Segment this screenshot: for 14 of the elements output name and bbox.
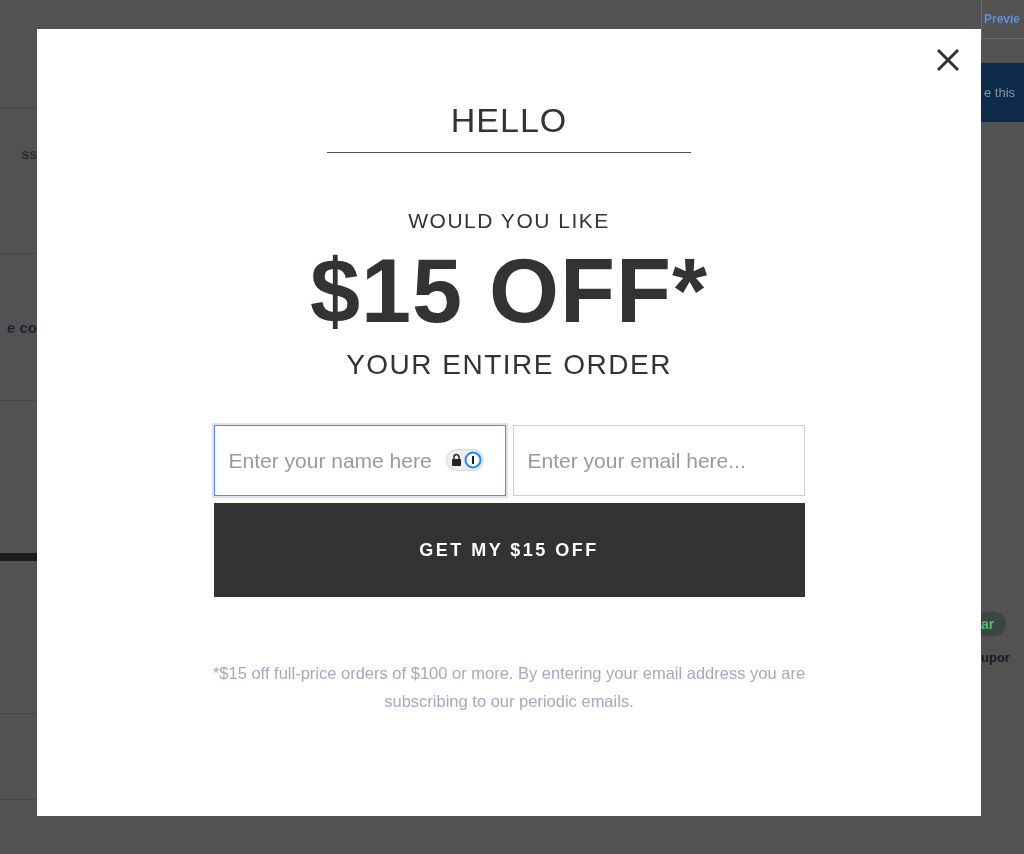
offer-headline: $15 OFF*: [309, 241, 709, 341]
background-tag: ar: [981, 612, 1007, 636]
name-field[interactable]: Enter your name here: [213, 425, 506, 496]
email-field[interactable]: Enter your email here...: [512, 425, 805, 496]
greeting-title: HELLO: [327, 101, 691, 153]
background-button[interactable]: e this: [981, 63, 1024, 122]
background-bar: [0, 553, 37, 561]
lead-text: WOULD YOU LIKE: [408, 209, 610, 233]
offer-subline: YOUR ENTIRE ORDER: [346, 349, 672, 381]
footnote: *$15 off full-price orders of $100 or more. By entering your email address you are subscribing to our periodic emails.: [211, 663, 807, 712]
background-heading: e co: [7, 318, 37, 336]
background-text: upor: [981, 650, 1011, 665]
close-button[interactable]: [935, 47, 961, 73]
submit-button[interactable]: GET MY $15 OFF: [213, 503, 805, 597]
